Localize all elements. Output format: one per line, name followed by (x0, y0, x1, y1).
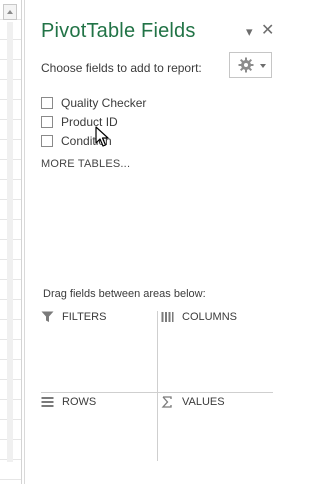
field-label: Product ID (61, 114, 118, 129)
area-divider-horizontal (41, 392, 273, 393)
field-checkbox[interactable] (41, 96, 53, 109)
vertical-scrollbar[interactable] (7, 22, 13, 462)
area-divider-vertical (157, 311, 158, 461)
rows-area[interactable]: ROWS (41, 396, 153, 466)
field-checkbox[interactable] (41, 115, 53, 128)
filters-area-label: FILTERS (62, 311, 107, 323)
filters-area[interactable]: FILTERS (41, 311, 153, 381)
pivot-areas: FILTERS COLUMNS ROWS VALUES (41, 311, 273, 461)
values-area[interactable]: VALUES (161, 396, 273, 466)
pivottable-fields-pane: PivotTable Fields ▾ ✕ Choose fields to a… (24, 0, 287, 484)
worksheet-edge (0, 0, 22, 484)
field-item-quality-checker[interactable]: Quality Checker (41, 93, 146, 112)
drag-fields-label: Drag fields between areas below: (43, 288, 206, 300)
field-list: Quality Checker Product ID Condition (41, 93, 146, 150)
field-checkbox[interactable] (41, 134, 53, 147)
gear-icon (238, 57, 254, 73)
choose-fields-label: Choose fields to add to report: (41, 61, 202, 75)
chevron-down-icon (260, 64, 266, 68)
columns-icon (161, 312, 174, 322)
more-tables-link[interactable]: MORE TABLES... (41, 158, 130, 170)
sigma-icon (161, 396, 172, 408)
columns-area-label: COLUMNS (182, 311, 238, 323)
close-pane-button[interactable]: ✕ (261, 20, 274, 40)
rows-icon (41, 397, 54, 407)
pane-title: PivotTable Fields (41, 20, 196, 42)
field-label: Quality Checker (61, 95, 147, 110)
field-item-condition[interactable]: Condition (41, 131, 146, 150)
values-area-label: VALUES (182, 396, 225, 408)
field-item-product-id[interactable]: Product ID (41, 112, 146, 131)
mouse-pointer-icon (95, 126, 109, 147)
rows-area-label: ROWS (62, 396, 97, 408)
columns-area[interactable]: COLUMNS (161, 311, 273, 381)
filter-icon (41, 311, 54, 322)
pane-options-dropdown[interactable]: ▾ (246, 24, 253, 40)
tools-button[interactable] (229, 52, 272, 78)
scroll-up-button[interactable] (3, 4, 17, 20)
